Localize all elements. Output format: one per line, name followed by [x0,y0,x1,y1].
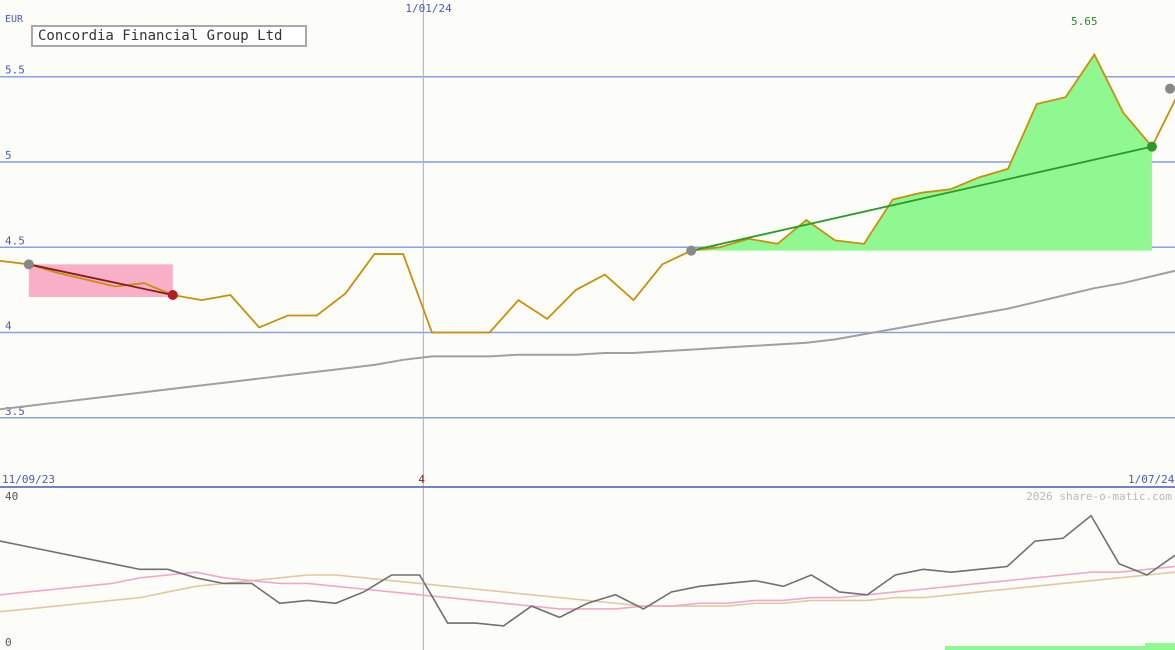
trend-end-marker [1146,141,1157,152]
volume-bar [1145,643,1175,650]
trend-start-marker [686,245,697,256]
currency-label: EUR [5,14,24,25]
rise-area [691,54,1152,251]
oscillator-x-label: 4 [418,473,425,486]
chart-title: Concordia Financial Group Ltd [31,25,307,47]
date-label-end: 1/07/24 [1128,473,1175,486]
y-tick-label: 4.5 [5,234,25,247]
oscillator-tick-label: 40 [5,490,18,503]
y-tick-label: 4 [5,320,12,333]
credit-label: 2026 share-o-matic.com [1026,490,1172,503]
moving-average-line [0,269,1175,411]
date-label-mid: 1/01/24 [405,2,452,15]
last-price-marker [1165,83,1175,94]
oscillator-tick-label: 0 [5,636,12,649]
share-price-chart: 3.544.555.511/09/231/01/241/07/2445.6540… [0,0,1175,650]
oscillator-series-line [0,571,1175,613]
trend-start-marker [23,259,34,270]
volume-bar [945,646,1175,650]
trend-end-marker [167,290,178,301]
max-price-label: 5.65 [1071,15,1098,28]
y-tick-label: 5.5 [5,64,25,77]
date-label-start: 11/09/23 [2,473,55,486]
y-tick-label: 5 [5,149,12,162]
